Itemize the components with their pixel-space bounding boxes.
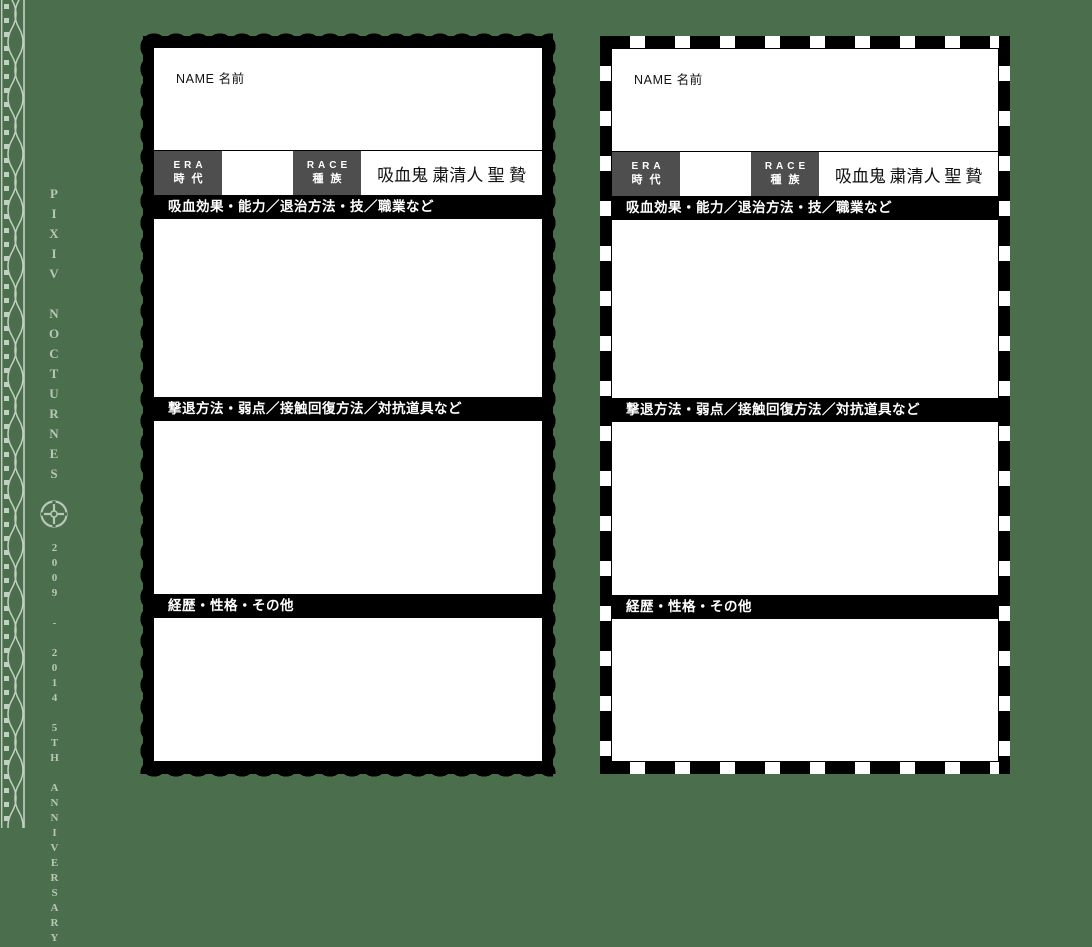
- section-header-abilities: 吸血効果・能力／退治方法・技／職業など: [612, 197, 998, 220]
- era-input[interactable]: [222, 151, 293, 195]
- brand-sidebar: PIXIV NOCTURNES 2009 - 2014 5TH ANNIVERS…: [0, 0, 80, 947]
- era-label-jp: 時代: [631, 173, 668, 187]
- character-sheet-card-right: NAME 名前 ERA 時代 RACE 種族 吸血鬼 粛清人 聖 贄 吸血効果・…: [600, 36, 1010, 774]
- race-option[interactable]: 粛清人: [890, 162, 941, 187]
- race-label-jp: 種族: [312, 172, 349, 186]
- card-edge-left: [600, 36, 611, 774]
- era-label-en: ERA: [173, 159, 207, 171]
- era-tag: ERA 時代: [154, 151, 222, 195]
- race-label-en: RACE: [764, 160, 810, 172]
- decorative-border-ornament: [0, 0, 26, 828]
- name-label: NAME 名前: [634, 73, 703, 87]
- section-header-background: 経歴・性格・その他: [154, 595, 542, 618]
- brand-text-column: PIXIV NOCTURNES 2009 - 2014 5TH ANNIVERS…: [30, 0, 78, 947]
- name-field-block[interactable]: NAME 名前: [154, 48, 542, 151]
- card-content: NAME 名前 ERA 時代 RACE 種族 吸血鬼 粛清人 聖 贄 吸血効果・…: [611, 48, 999, 762]
- section-header-weaknesses: 撃退方法・弱点／接触回復方法／対抗道具など: [154, 398, 542, 421]
- section-body-background[interactable]: [154, 618, 542, 761]
- race-tag: RACE 種族: [751, 152, 819, 196]
- section-body-weaknesses[interactable]: [612, 422, 998, 596]
- era-race-row: ERA 時代 RACE 種族 吸血鬼 粛清人 聖 贄: [154, 151, 542, 196]
- race-label-en: RACE: [306, 159, 352, 171]
- card-edge-right: [550, 36, 557, 774]
- section-header-abilities: 吸血効果・能力／退治方法・技／職業など: [154, 196, 542, 219]
- era-label-en: ERA: [631, 160, 665, 172]
- section-body-weaknesses[interactable]: [154, 421, 542, 595]
- race-options: 吸血鬼 粛清人 聖 贄: [361, 151, 542, 195]
- name-label: NAME 名前: [176, 72, 245, 86]
- race-option[interactable]: 贄: [965, 162, 982, 187]
- brand-anniversary: 2009 - 2014 5TH ANNIVERSARY: [48, 542, 61, 947]
- era-tag: ERA 時代: [612, 152, 680, 196]
- race-option[interactable]: 聖: [488, 161, 505, 186]
- era-input[interactable]: [680, 152, 751, 196]
- race-tag: RACE 種族: [293, 151, 361, 195]
- race-option[interactable]: 吸血鬼: [835, 162, 886, 187]
- card-content: NAME 名前 ERA 時代 RACE 種族 吸血鬼 粛清人 聖 贄 吸血効果・…: [153, 47, 543, 762]
- race-label-jp: 種族: [770, 173, 807, 187]
- race-option[interactable]: 贄: [509, 161, 526, 186]
- section-header-background: 経歴・性格・その他: [612, 596, 998, 619]
- race-options: 吸血鬼 粛清人 聖 贄: [819, 152, 998, 196]
- card-edge-top: [600, 36, 1010, 48]
- era-race-row: ERA 時代 RACE 種族 吸血鬼 粛清人 聖 贄: [612, 152, 998, 197]
- race-option[interactable]: 聖: [944, 162, 961, 187]
- character-sheet-card-left: NAME 名前 ERA 時代 RACE 種族 吸血鬼 粛清人 聖 贄 吸血効果・…: [139, 32, 557, 778]
- era-label-jp: 時代: [173, 172, 210, 186]
- race-option[interactable]: 粛清人: [432, 161, 483, 186]
- card-edge-left: [139, 36, 146, 774]
- name-field-block[interactable]: NAME 名前: [612, 49, 998, 152]
- brand-name: PIXIV NOCTURNES: [46, 186, 62, 486]
- circular-crosshair-logo: [40, 500, 68, 528]
- section-body-background[interactable]: [612, 619, 998, 761]
- section-body-abilities[interactable]: [154, 219, 542, 398]
- card-edge-bottom: [600, 762, 1010, 774]
- race-option[interactable]: 吸血鬼: [377, 161, 428, 186]
- section-body-abilities[interactable]: [612, 220, 998, 399]
- card-edge-right: [999, 36, 1010, 774]
- section-header-weaknesses: 撃退方法・弱点／接触回復方法／対抗道具など: [612, 399, 998, 422]
